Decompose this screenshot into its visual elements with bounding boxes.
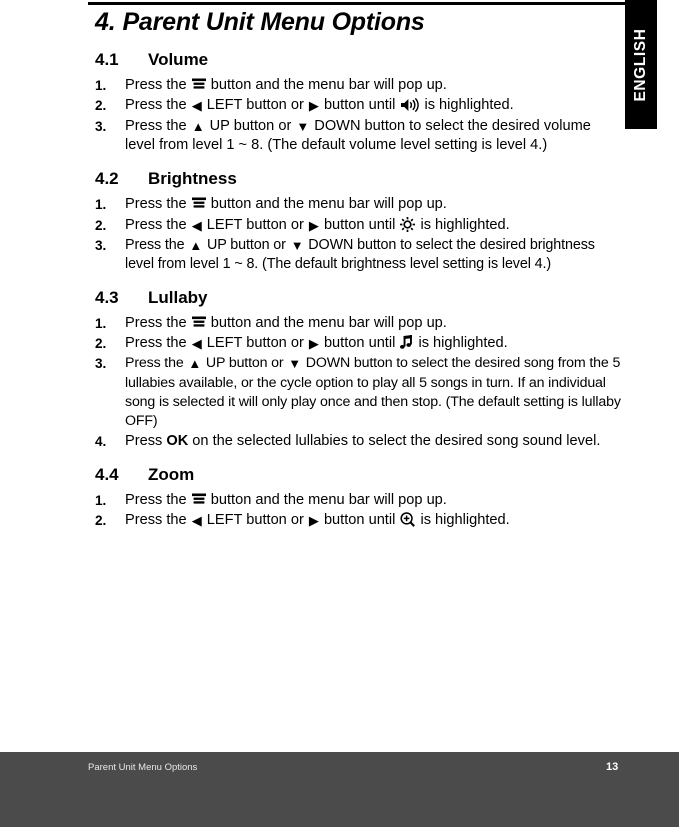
down-arrow-icon: ▼ xyxy=(288,356,301,372)
zoom-in-magnifier-icon xyxy=(400,512,416,528)
chapter-number: 4. xyxy=(95,8,116,36)
step-item: 1. Press the button and the menu bar will… xyxy=(95,491,623,511)
step-list: 1. Press the button and the menu bar will… xyxy=(95,491,623,531)
step-text: Press OK on the selected lullabies to se… xyxy=(125,432,601,449)
step-text: Press the button and the menu bar will p… xyxy=(125,314,447,331)
step-text: Press the ◀ LEFT button or ▶ button unti… xyxy=(125,97,514,114)
section-heading: 4.4 Zoom xyxy=(95,464,623,485)
step-number: 2. xyxy=(95,336,107,352)
step-list: 1. Press the button and the menu bar will… xyxy=(95,76,623,156)
step-number: 1. xyxy=(95,78,107,93)
menu-icon xyxy=(191,492,206,505)
section-heading: 4.2 Brightness xyxy=(95,168,623,189)
page-content: 4. Parent Unit Menu Options 4.1 Volume 1. Pr… xyxy=(95,8,623,531)
step-text: Press the ◀ LEFT button or ▶ button unti… xyxy=(125,335,508,352)
step-item: 2. Press the ◀ LEFT button or ▶ button un… xyxy=(95,216,623,236)
step-number: 4. xyxy=(95,433,107,449)
step-item: 3. Press the ▲ UP button or ▼ DOWN button… xyxy=(95,354,623,431)
right-arrow-icon: ▶ xyxy=(308,217,319,233)
step-text: Press the ◀ LEFT button or ▶ button unti… xyxy=(125,512,510,529)
section-title: Lullaby xyxy=(148,287,208,307)
step-text: Press the button and the menu bar will p… xyxy=(125,77,447,93)
section-number: 4.2 xyxy=(95,169,119,189)
section-heading: 4.3 Lullaby xyxy=(95,287,623,308)
sections-container: 4.1 Volume 1. Press the button and the menu… xyxy=(95,49,623,531)
footer-page-number: 13 xyxy=(606,761,619,773)
step-item: 2. Press the ◀ LEFT button or ▶ button un… xyxy=(95,511,623,531)
speaker-volume-icon xyxy=(400,98,420,113)
page-footer: Parent Unit Menu Options 13 xyxy=(0,752,679,827)
section-number: 4.4 xyxy=(95,464,119,484)
language-tab-label: ENGLISH xyxy=(632,27,649,102)
section-number: 4.1 xyxy=(95,49,119,69)
step-text: Press the button and the menu bar will p… xyxy=(125,196,447,213)
step-number: 3. xyxy=(95,237,107,253)
right-arrow-icon: ▶ xyxy=(308,336,319,352)
right-arrow-icon: ▶ xyxy=(308,513,319,529)
menu-icon xyxy=(191,196,206,209)
language-tab: ENGLISH xyxy=(625,0,657,129)
step-text: Press the ▲ UP button or ▼ DOWN button t… xyxy=(125,355,621,430)
up-arrow-icon: ▲ xyxy=(189,237,203,253)
step-number: 3. xyxy=(95,118,107,134)
step-item: 2. Press the ◀ LEFT button or ▶ button un… xyxy=(95,96,623,116)
step-text: Press the ▲ UP button or ▼ DOWN button t… xyxy=(125,236,595,273)
right-arrow-icon: ▶ xyxy=(308,98,319,114)
step-number: 1. xyxy=(95,197,107,213)
up-arrow-icon: ▲ xyxy=(188,356,202,372)
chapter-title: Parent Unit Menu Options xyxy=(122,8,425,36)
footer-title: Parent Unit Menu Options xyxy=(88,762,198,773)
menu-icon xyxy=(191,77,206,90)
brightness-sun-icon xyxy=(400,216,416,232)
left-arrow-icon: ◀ xyxy=(191,98,202,114)
header-rule xyxy=(88,2,625,5)
menu-icon xyxy=(191,315,206,328)
step-item: 2. Press the ◀ LEFT button or ▶ button un… xyxy=(95,334,623,354)
step-number: 1. xyxy=(95,492,107,508)
step-item: 3. Press the ▲ UP button or ▼ DOWN button… xyxy=(95,236,623,275)
section-title: Volume xyxy=(148,49,209,69)
step-number: 3. xyxy=(95,356,107,372)
ok-button-label: OK xyxy=(166,432,189,449)
step-item: 4. Press OK on the selected lullabies to … xyxy=(95,432,623,452)
section-title: Brightness xyxy=(148,169,237,189)
manual-page: ENGLISH 4. Parent Unit Menu Options 4.1 Vo… xyxy=(0,0,679,827)
step-number: 2. xyxy=(95,217,107,233)
step-item: 3. Press the ▲ UP button or ▼ DOWN button… xyxy=(95,117,623,157)
step-item: 1. Press the button and the menu bar will… xyxy=(95,314,623,334)
left-arrow-icon: ◀ xyxy=(191,336,202,352)
step-text: Press the ◀ LEFT button or ▶ button unti… xyxy=(125,216,510,233)
step-list: 1. Press the button and the menu bar will… xyxy=(95,314,623,452)
step-number: 2. xyxy=(95,513,107,529)
chapter-heading: 4. Parent Unit Menu Options xyxy=(95,8,623,37)
step-text: Press the ▲ UP button or ▼ DOWN button t… xyxy=(125,117,591,154)
section-number: 4.3 xyxy=(95,287,119,307)
section-heading: 4.1 Volume xyxy=(95,49,623,70)
down-arrow-icon: ▼ xyxy=(296,118,310,134)
down-arrow-icon: ▼ xyxy=(290,237,304,253)
step-number: 2. xyxy=(95,98,107,114)
step-item: 1. Press the button and the menu bar will… xyxy=(95,195,623,215)
left-arrow-icon: ◀ xyxy=(191,513,202,529)
step-text: Press the button and the menu bar will p… xyxy=(125,491,447,508)
section-title: Zoom xyxy=(148,464,195,484)
left-arrow-icon: ◀ xyxy=(191,217,202,233)
step-item: 1. Press the button and the menu bar will… xyxy=(95,76,623,96)
up-arrow-icon: ▲ xyxy=(191,118,205,134)
step-list: 1. Press the button and the menu bar will… xyxy=(95,195,623,274)
step-number: 1. xyxy=(95,315,107,331)
music-note-icon xyxy=(400,335,413,350)
